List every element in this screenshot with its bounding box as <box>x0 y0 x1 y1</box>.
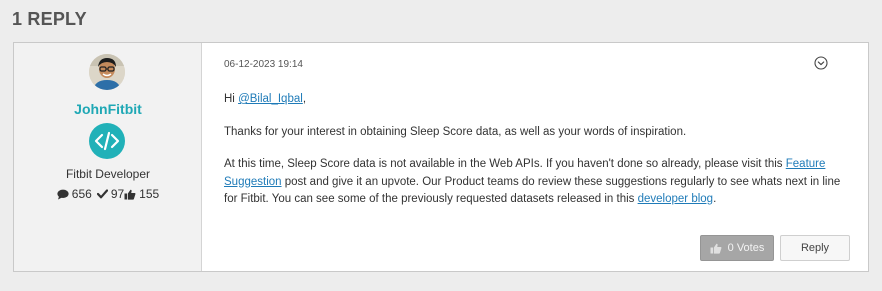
thumbs-up-icon <box>710 243 722 254</box>
votes-label: 0 Votes <box>727 242 765 254</box>
paragraph-text-end: . <box>713 193 717 205</box>
code-brackets-icon <box>89 123 125 159</box>
solutions-stat: 97 <box>96 187 125 201</box>
paragraph-details: At this time, Sleep Score data is not av… <box>224 156 854 209</box>
post-content: Hi @Bilal_Iqbal, Thanks for your interes… <box>224 91 854 224</box>
greeting-paragraph: Hi @Bilal_Iqbal, <box>224 91 854 109</box>
speech-bubble-icon <box>57 189 69 199</box>
author-stats: 656 97 155 <box>14 187 202 201</box>
paragraph-text-start: At this time, Sleep Score data is not av… <box>224 158 786 170</box>
posts-stat: 656 <box>57 187 92 201</box>
reply-label: Reply <box>800 242 830 254</box>
votes-button[interactable]: 0 Votes <box>700 235 774 261</box>
greeting-text: Hi <box>224 93 239 105</box>
mention-link[interactable]: @Bilal_Iqbal <box>238 93 303 105</box>
paragraph-thanks: Thanks for your interest in obtaining Sl… <box>224 125 687 138</box>
checkmark-icon <box>96 189 108 199</box>
user-avatar-icon <box>89 54 125 90</box>
author-name-link[interactable]: JohnFitbit <box>14 101 202 117</box>
post-body: 06-12-2023 19:14 Hi @Bilal_Iqbal, Thanks… <box>202 43 868 271</box>
chevron-down-circle-icon[interactable] <box>814 56 828 70</box>
author-role: Fitbit Developer <box>65 167 151 181</box>
solutions-count: 97 <box>110 187 125 201</box>
thumbs-up-icon <box>124 189 136 200</box>
kudos-stat: 155 <box>124 187 159 201</box>
greeting-punctuation: , <box>302 93 307 105</box>
avatar[interactable] <box>89 54 125 90</box>
posts-count: 656 <box>71 187 92 201</box>
post-timestamp: 06-12-2023 19:14 <box>224 59 303 70</box>
developer-blog-link[interactable]: developer blog <box>638 193 713 205</box>
reply-card: JohnFitbit Fitbit Developer 656 97 155 0… <box>13 42 869 272</box>
paragraph-text-middle: post and give it an upvote. Our Product … <box>224 175 841 206</box>
replies-count-heading: 1 REPLY <box>12 9 87 29</box>
reply-button[interactable]: Reply <box>780 235 850 261</box>
kudos-count: 155 <box>139 187 160 201</box>
author-panel: JohnFitbit Fitbit Developer 656 97 155 <box>14 43 202 271</box>
